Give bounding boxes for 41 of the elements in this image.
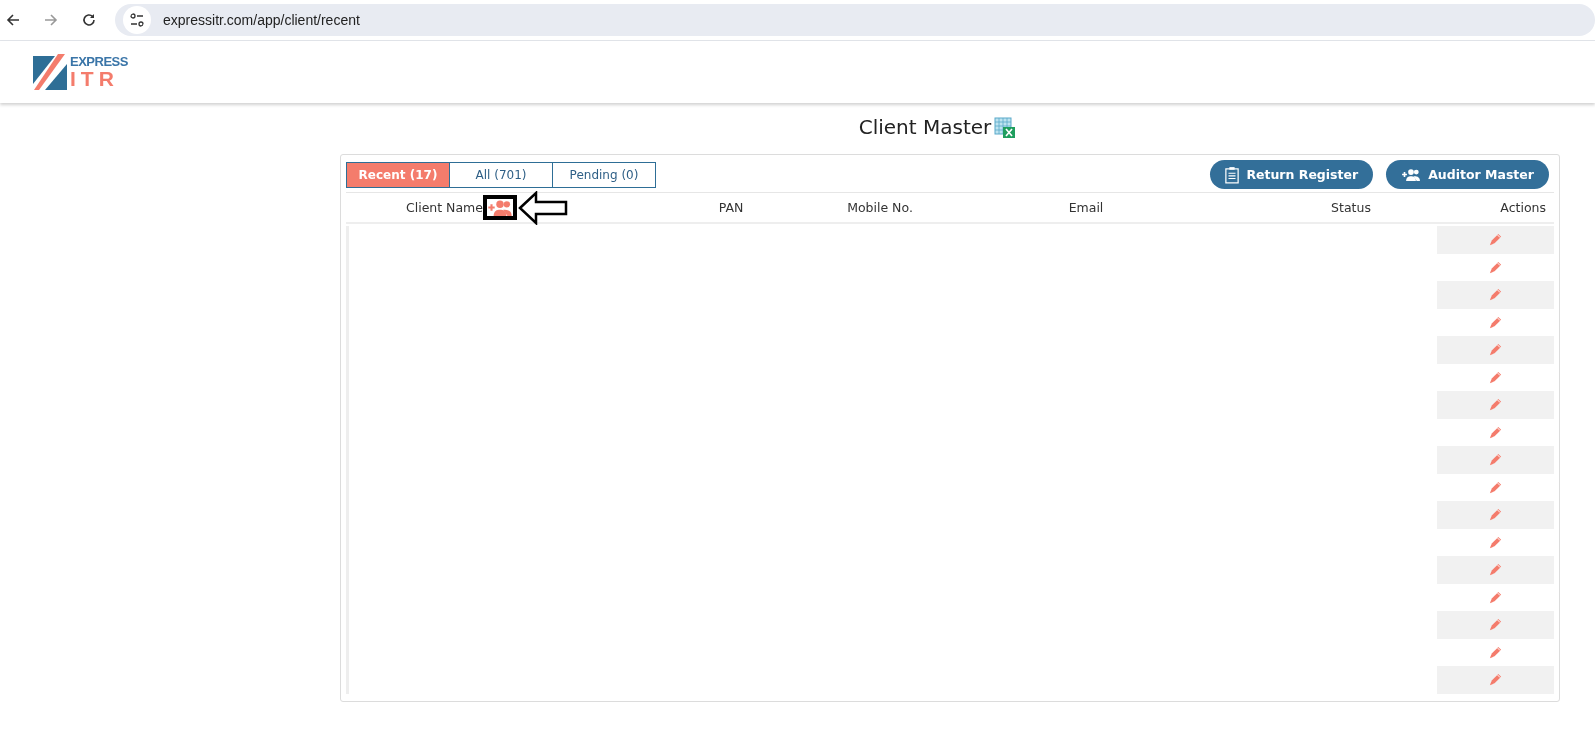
pencil-icon[interactable] xyxy=(1488,617,1503,633)
column-header: PAN xyxy=(718,200,744,215)
column-header: Client Name xyxy=(405,200,483,215)
tab[interactable]: All (701) xyxy=(449,161,553,188)
back-arrow-icon[interactable] xyxy=(5,12,21,28)
logo-icon xyxy=(33,54,67,90)
pencil-icon[interactable] xyxy=(1488,507,1503,523)
url-text: expressitr.com/app/client/recent xyxy=(163,12,360,28)
pencil-icon[interactable] xyxy=(1488,424,1503,440)
address-bar[interactable]: expressitr.com/app/client/recent xyxy=(115,4,1595,36)
pencil-icon[interactable] xyxy=(1488,259,1503,275)
reload-icon[interactable] xyxy=(81,12,97,28)
action-button[interactable]: Auditor Master xyxy=(1386,160,1549,189)
pencil-icon[interactable] xyxy=(1488,369,1503,385)
column-header: Mobile No. xyxy=(847,200,913,215)
annotation-arrow xyxy=(518,190,568,225)
pencil-icon[interactable] xyxy=(1488,672,1503,688)
column-header: Actions xyxy=(1500,200,1546,215)
pencil-icon[interactable] xyxy=(1488,479,1503,495)
spreadsheet-export-icon[interactable] xyxy=(994,117,1017,139)
column-header: Email xyxy=(1068,200,1104,215)
column-header: Status xyxy=(1331,200,1371,215)
pencil-icon[interactable] xyxy=(1488,397,1503,413)
logo-text: ITR xyxy=(70,68,120,89)
site-settings-icon[interactable] xyxy=(123,6,151,34)
logo-text: EXPRESS xyxy=(70,55,128,68)
tab[interactable]: Pending (0) xyxy=(552,161,656,188)
page-title: Client Master xyxy=(858,115,992,139)
pencil-icon[interactable] xyxy=(1488,562,1503,578)
pencil-icon[interactable] xyxy=(1488,452,1503,468)
pencil-icon[interactable] xyxy=(1488,534,1503,550)
pencil-icon[interactable] xyxy=(1488,314,1503,330)
pencil-icon[interactable] xyxy=(1488,644,1503,660)
pencil-icon[interactable] xyxy=(1488,287,1503,303)
clipboard-icon xyxy=(1225,165,1240,184)
add-users-icon xyxy=(1401,168,1422,181)
forward-arrow-icon[interactable] xyxy=(43,12,59,28)
pencil-icon[interactable] xyxy=(1488,589,1503,605)
pencil-icon[interactable] xyxy=(1488,342,1503,358)
action-button[interactable]: Return Register xyxy=(1210,160,1374,189)
pencil-icon[interactable] xyxy=(1488,232,1503,248)
